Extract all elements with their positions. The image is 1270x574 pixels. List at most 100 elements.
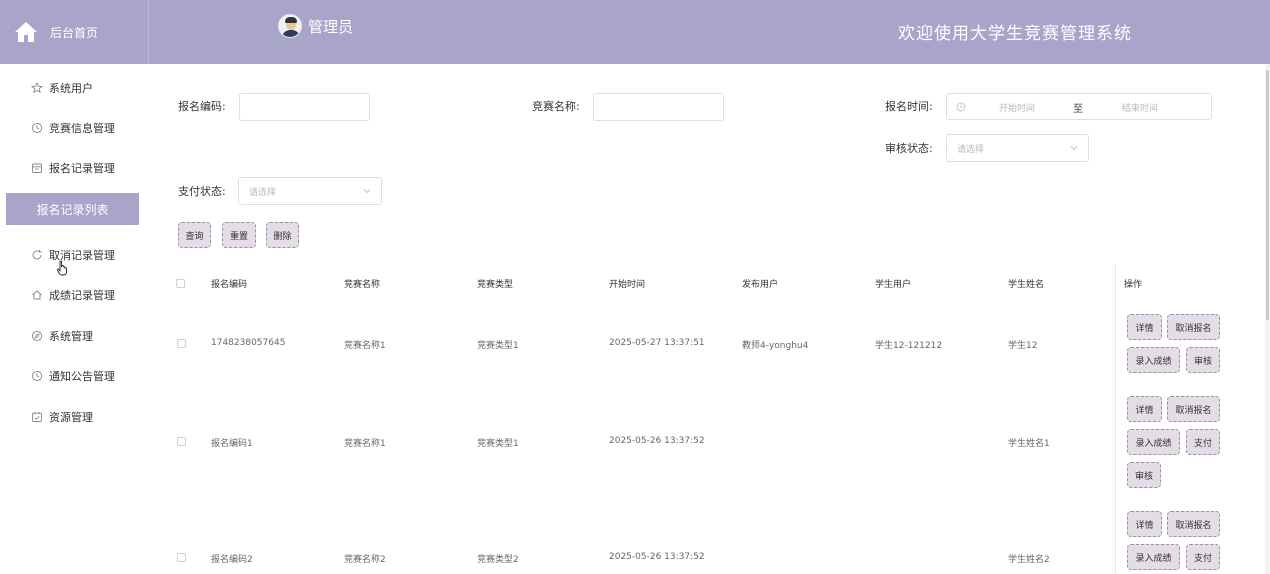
clock-icon: [31, 370, 43, 382]
top-header: 后台首页 管理员 欢迎使用大学生竞赛管理系统: [0, 0, 1270, 64]
cell-student-name: 学生姓名1: [1008, 439, 1050, 449]
audit-button[interactable]: 审核: [1127, 462, 1161, 488]
registration-time-range-picker[interactable]: 开始时间 至 结束时间: [946, 93, 1212, 120]
sidebar: 系统用户 竞赛信息管理 报名记录管理 报名记录列表 取消记录管理 成绩记录管理 …: [0, 64, 148, 574]
cell-type: 竞赛类型2: [477, 555, 519, 565]
sidebar-item-label: 通知公告管理: [49, 370, 115, 383]
cell-start-time: 2025-05-27 13:37:51: [609, 338, 705, 348]
calendar-check-icon: [32, 412, 42, 422]
cell-student-user: 学生12-121212: [875, 341, 943, 351]
range-separator: 至: [1073, 104, 1083, 115]
column-header-student-user: 学生用户: [875, 280, 912, 290]
audit-status-placeholder: 请选择: [957, 144, 985, 155]
enter-score-button[interactable]: 录入成绩: [1127, 347, 1180, 373]
detail-button[interactable]: 详情: [1127, 396, 1162, 422]
query-button[interactable]: 查询: [178, 222, 211, 248]
select-all-checkbox[interactable]: [176, 279, 185, 288]
sidebar-item-cancel-records[interactable]: 取消记录管理: [0, 240, 148, 270]
row-checkbox[interactable]: [177, 553, 186, 562]
audit-status-select[interactable]: 请选择: [946, 134, 1089, 162]
pointer-cursor-icon: [57, 260, 67, 276]
sidebar-item-label: 报名记录管理: [49, 162, 115, 175]
sidebar-item-label: 系统管理: [49, 330, 93, 343]
cell-start-time: 2025-05-26 13:37:52: [609, 436, 705, 446]
column-header-publisher: 发布用户: [742, 280, 779, 290]
archive-icon: [32, 163, 42, 173]
column-header-code: 报名编码: [211, 280, 248, 290]
star-icon: [31, 82, 43, 94]
sidebar-item-score-records[interactable]: 成绩记录管理: [0, 280, 148, 310]
enter-score-button[interactable]: 录入成绩: [1127, 544, 1180, 570]
cell-student-name: 学生12: [1008, 341, 1038, 351]
sidebar-item-registration-records[interactable]: 报名记录管理: [0, 153, 148, 183]
cell-start-time: 2025-05-26 13:37:52: [609, 552, 705, 562]
cell-code: 1748238057645: [211, 338, 286, 348]
home-link[interactable]: 后台首页: [0, 0, 148, 64]
column-header-name: 竞赛名称: [344, 280, 381, 290]
header-divider: [148, 0, 149, 64]
cancel-registration-button[interactable]: 取消报名: [1167, 511, 1220, 537]
cancel-registration-button[interactable]: 取消报名: [1167, 396, 1220, 422]
house-icon: [32, 290, 42, 300]
sidebar-item-label: 成绩记录管理: [49, 289, 115, 302]
cell-publisher: 教师4-yonghu4: [742, 341, 809, 351]
end-time-placeholder[interactable]: 结束时间: [1122, 101, 1158, 114]
page-scrollbar-thumb[interactable]: [1266, 70, 1269, 320]
detail-button[interactable]: 详情: [1127, 314, 1162, 340]
payment-status-select[interactable]: 请选择: [238, 177, 382, 205]
home-label: 后台首页: [50, 25, 99, 40]
home-icon: [15, 22, 37, 42]
sidebar-item-registration-list[interactable]: 报名记录列表: [6, 193, 139, 225]
compass-icon: [31, 330, 43, 342]
enter-score-button[interactable]: 录入成绩: [1127, 429, 1180, 455]
code-label: 报名编码:: [178, 100, 226, 113]
cell-name: 竞赛名称1: [344, 439, 386, 449]
audit-status-label: 审核状态:: [885, 142, 933, 155]
detail-button[interactable]: 详情: [1127, 511, 1162, 537]
sidebar-item-label: 资源管理: [49, 411, 93, 424]
chevron-down-icon: [1070, 146, 1078, 151]
cell-code: 报名编码2: [211, 555, 253, 565]
column-header-start-time: 开始时间: [609, 280, 646, 290]
sidebar-item-notice-management[interactable]: 通知公告管理: [0, 361, 148, 391]
competition-name-label: 竞赛名称:: [532, 100, 580, 113]
audit-button[interactable]: 审核: [1186, 347, 1220, 373]
sidebar-item-system-management[interactable]: 系统管理: [0, 321, 148, 351]
cell-type: 竞赛类型1: [477, 341, 519, 351]
cell-student-name: 学生姓名2: [1008, 555, 1050, 565]
sidebar-item-label: 系统用户: [49, 82, 93, 95]
sidebar-item-system-users[interactable]: 系统用户: [0, 73, 148, 103]
sidebar-item-resource-management[interactable]: 资源管理: [0, 402, 148, 432]
payment-status-placeholder: 请选择: [249, 187, 277, 198]
payment-status-label: 支付状态:: [178, 185, 226, 198]
row-checkbox[interactable]: [177, 339, 186, 348]
registration-time-label: 报名时间:: [885, 100, 933, 113]
column-header-student-name: 学生姓名: [1008, 280, 1045, 290]
column-header-type: 竞赛类型: [477, 280, 514, 290]
user-name: 管理员: [308, 17, 354, 36]
column-header-operations: 操作: [1124, 280, 1143, 290]
user-info[interactable]: 管理员: [278, 14, 353, 38]
cell-name: 竞赛名称2: [344, 555, 386, 565]
system-title: 欢迎使用大学生竞赛管理系统: [898, 24, 1132, 44]
sidebar-item-label: 报名记录列表: [36, 202, 109, 217]
registration-code-input[interactable]: [239, 93, 370, 121]
competition-name-input[interactable]: [593, 93, 724, 121]
refresh-icon: [32, 250, 42, 260]
cell-type: 竞赛类型1: [477, 439, 519, 449]
pay-button[interactable]: 支付: [1186, 429, 1220, 455]
avatar: [278, 14, 302, 38]
chevron-down-icon: [363, 189, 371, 194]
reset-button[interactable]: 重置: [222, 222, 256, 248]
start-time-placeholder[interactable]: 开始时间: [999, 101, 1035, 114]
cell-name: 竞赛名称1: [344, 341, 386, 351]
cell-code: 报名编码1: [211, 439, 253, 449]
pay-button[interactable]: 支付: [1186, 544, 1220, 570]
delete-button[interactable]: 删除: [266, 222, 299, 248]
operations-column-divider: [1115, 264, 1116, 574]
sidebar-item-competition-info[interactable]: 竞赛信息管理: [0, 113, 148, 143]
clock-icon: [956, 102, 966, 112]
cancel-registration-button[interactable]: 取消报名: [1167, 314, 1220, 340]
clock-icon: [31, 122, 43, 134]
row-checkbox[interactable]: [177, 437, 186, 446]
